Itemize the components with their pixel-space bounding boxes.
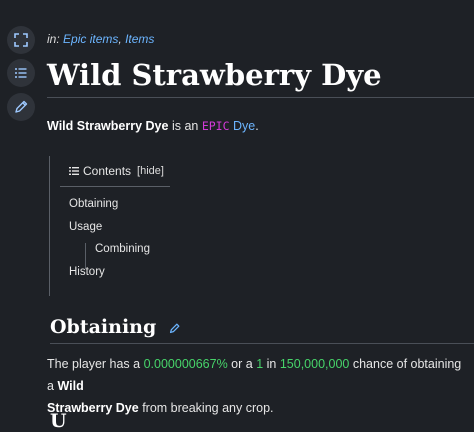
- toc-title: Contents: [83, 164, 132, 178]
- toc-hide-toggle[interactable]: [hide]: [137, 165, 164, 177]
- side-rail: [0, 0, 38, 422]
- intro-paragraph: Wild Strawberry Dye is an EPIC Dye.: [47, 119, 259, 133]
- rarity-badge: EPIC: [201, 119, 230, 133]
- divider: [60, 186, 170, 187]
- pencil-icon: [15, 100, 28, 113]
- category-link-items[interactable]: Items: [125, 32, 154, 46]
- toc-item-usage[interactable]: Usage: [69, 221, 102, 233]
- table-of-contents: Contents [hide] Obtaining Usage Combinin…: [49, 156, 170, 296]
- edit-section-button[interactable]: [169, 317, 180, 339]
- category-prefix: in:: [47, 32, 60, 46]
- edit-page-button[interactable]: [7, 93, 35, 121]
- obtaining-paragraph: The player has a 0.000000667% or a 1 in …: [47, 357, 462, 415]
- chance-percent: 0.000000667%: [143, 357, 228, 371]
- chance-odds: 150,000,000: [279, 357, 350, 371]
- category-link-epic-items[interactable]: Epic items: [63, 32, 118, 46]
- toc-item-combining[interactable]: Combining: [95, 243, 150, 255]
- item-name: Wild Strawberry Dye: [47, 119, 169, 133]
- category-line: in: Epic items, Items: [47, 32, 155, 46]
- toc-header: Contents [hide]: [69, 164, 164, 178]
- edit-icon: [169, 323, 180, 334]
- section-heading-obtaining: Obtaining: [50, 316, 474, 344]
- toc-item-history[interactable]: History: [69, 266, 105, 278]
- fullscreen-button[interactable]: [7, 26, 35, 54]
- list-icon: [15, 68, 27, 78]
- page-title: Wild Strawberry Dye: [47, 58, 474, 98]
- dye-link[interactable]: Dye: [233, 119, 255, 133]
- toc-button[interactable]: [7, 59, 35, 87]
- expand-icon: [14, 33, 28, 47]
- list-icon: [69, 167, 79, 175]
- section-heading-usage: U: [50, 410, 67, 432]
- toc-item-obtaining[interactable]: Obtaining: [69, 198, 118, 210]
